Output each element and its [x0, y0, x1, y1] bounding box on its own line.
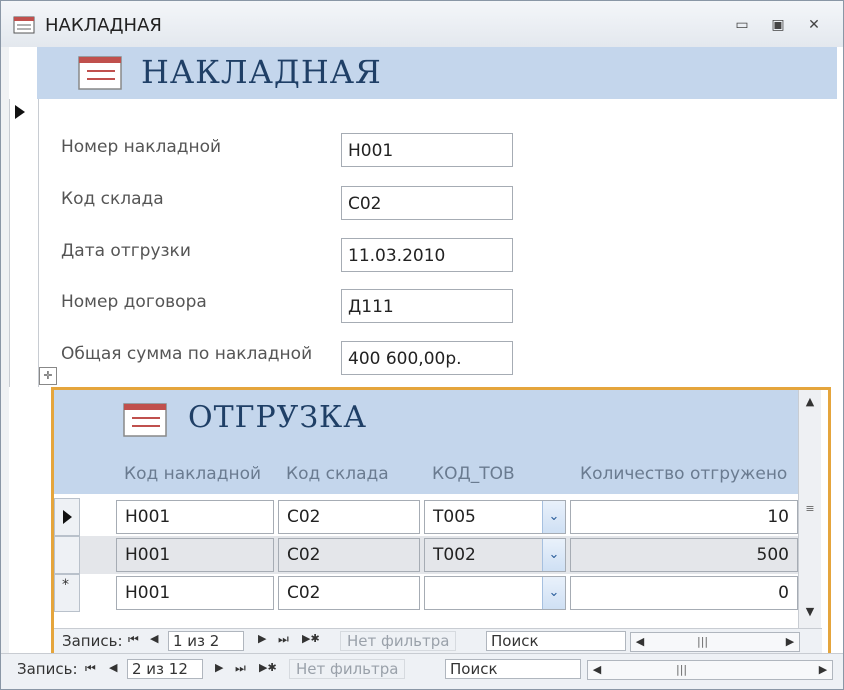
record-selector[interactable] [9, 99, 39, 387]
subform-nav-label: Запись: [62, 632, 123, 650]
subform-record-navigation: Запись: ⏮ ◀ 1 из 2 ▶ ⏭ ▶✱ Нет фильтра По… [54, 628, 822, 655]
main-current-record[interactable]: 2 из 12 [127, 659, 203, 679]
move-handle-icon[interactable]: ✛ [39, 367, 57, 385]
subform-search-input[interactable]: Поиск [486, 631, 626, 651]
subform-title: ОТГРУЗКА [188, 400, 367, 435]
form-window: НАКЛАДНАЯ ▭ ▣ ✕ НАКЛАДНАЯ Номер накладно… [0, 0, 844, 690]
warehouse-code-field[interactable]: С02 [341, 186, 513, 220]
form-left-edge [1, 47, 9, 659]
current-record-arrow-icon [15, 105, 25, 119]
cell-warehouse[interactable]: С02 [278, 500, 420, 534]
last-record-icon[interactable]: ⏭ [278, 632, 289, 647]
subform-vertical-scrollbar[interactable]: ▲ ≡ ▼ [798, 390, 821, 628]
product-dropdown-icon[interactable]: ⌄ [542, 539, 565, 571]
row-selector[interactable] [54, 536, 80, 574]
main-search-input[interactable]: Поиск [445, 659, 581, 679]
scroll-right-icon[interactable]: ▶ [814, 661, 832, 679]
subform-header-icon [123, 403, 167, 437]
first-record-icon[interactable]: ⏮ [128, 632, 139, 647]
main-nav-label: Запись: [17, 660, 78, 678]
current-row-arrow-icon [63, 510, 72, 524]
scroll-down-icon[interactable]: ▼ [802, 604, 818, 620]
scroll-left-icon[interactable]: ◀ [631, 633, 649, 651]
shipment-date-label: Дата отгрузки [61, 241, 191, 261]
column-header-quantity: Количество отгружено [580, 464, 788, 484]
scroll-thumb[interactable]: ≡ [802, 494, 818, 524]
form-icon [13, 16, 35, 34]
contract-number-field[interactable]: Д111 [341, 289, 513, 323]
prev-record-icon[interactable]: ◀ [109, 661, 117, 674]
scroll-right-icon[interactable]: ▶ [781, 633, 799, 651]
minimize-button[interactable]: ▭ [731, 15, 753, 35]
form-header-icon [78, 56, 122, 90]
cell-quantity[interactable]: 10 [570, 500, 798, 534]
last-record-icon[interactable]: ⏭ [235, 661, 246, 676]
column-header-invoice: Код накладной [124, 464, 262, 484]
new-record-icon: * [62, 577, 69, 593]
next-record-icon[interactable]: ▶ [258, 632, 266, 645]
column-header-warehouse: Код склада [286, 464, 389, 484]
cell-quantity[interactable]: 0 [570, 576, 798, 610]
scroll-thumb[interactable]: ||| [676, 661, 687, 679]
main-record-navigation: Запись: ⏮ ◀ 2 из 12 ▶ ⏭ ▶✱ Нет фильтра П… [1, 653, 843, 689]
new-record-nav-icon[interactable]: ▶✱ [302, 632, 320, 645]
scroll-up-icon[interactable]: ▲ [802, 394, 818, 410]
cell-invoice[interactable]: Н001 [116, 538, 274, 572]
row-selector-current[interactable] [54, 498, 80, 536]
shipment-date-field[interactable]: 11.03.2010 [341, 238, 513, 272]
product-dropdown-icon[interactable]: ⌄ [542, 577, 565, 609]
total-amount-field[interactable]: 400 600,00р. [341, 341, 513, 375]
total-amount-label: Общая сумма по накладной [61, 344, 313, 364]
invoice-number-label: Номер накладной [61, 137, 222, 157]
subform-header: ОТГРУЗКА [54, 390, 798, 448]
cell-quantity[interactable]: 500 [570, 538, 798, 572]
row-selector-new[interactable]: * [54, 574, 80, 612]
cell-warehouse[interactable]: С02 [278, 538, 420, 572]
title-bar: НАКЛАДНАЯ ▭ ▣ ✕ [1, 1, 843, 47]
subform-current-record[interactable]: 1 из 2 [168, 631, 244, 651]
column-header-product: КОД_ТОВ [432, 464, 515, 484]
restore-button[interactable]: ▣ [767, 15, 789, 35]
cell-warehouse[interactable]: С02 [278, 576, 420, 610]
contract-number-label: Номер договора [61, 292, 207, 312]
form-header: НАКЛАДНАЯ [37, 47, 837, 99]
next-record-icon[interactable]: ▶ [215, 661, 223, 674]
prev-record-icon[interactable]: ◀ [150, 632, 158, 645]
cell-invoice[interactable]: Н001 [116, 500, 274, 534]
new-record-nav-icon[interactable]: ▶✱ [259, 661, 277, 674]
scroll-left-icon[interactable]: ◀ [588, 661, 606, 679]
first-record-icon[interactable]: ⏮ [85, 661, 96, 676]
cell-invoice[interactable]: Н001 [116, 576, 274, 610]
window-title: НАКЛАДНАЯ [45, 15, 162, 36]
subform-horizontal-scrollbar[interactable]: ◀ ||| ▶ [630, 632, 800, 652]
invoice-number-field[interactable]: Н001 [341, 133, 513, 167]
main-filter-indicator[interactable]: Нет фильтра [289, 659, 406, 679]
form-title: НАКЛАДНАЯ [141, 53, 382, 91]
product-dropdown-icon[interactable]: ⌄ [542, 501, 565, 533]
shipment-subform: ОТГРУЗКА Код накладной Код склада КОД_ТО… [51, 387, 831, 655]
scroll-thumb[interactable]: ||| [697, 633, 708, 651]
warehouse-code-label: Код склада [61, 189, 164, 209]
main-horizontal-scrollbar[interactable]: ◀ ||| ▶ [587, 660, 833, 680]
close-button[interactable]: ✕ [803, 15, 825, 35]
subform-filter-indicator[interactable]: Нет фильтра [340, 631, 457, 651]
